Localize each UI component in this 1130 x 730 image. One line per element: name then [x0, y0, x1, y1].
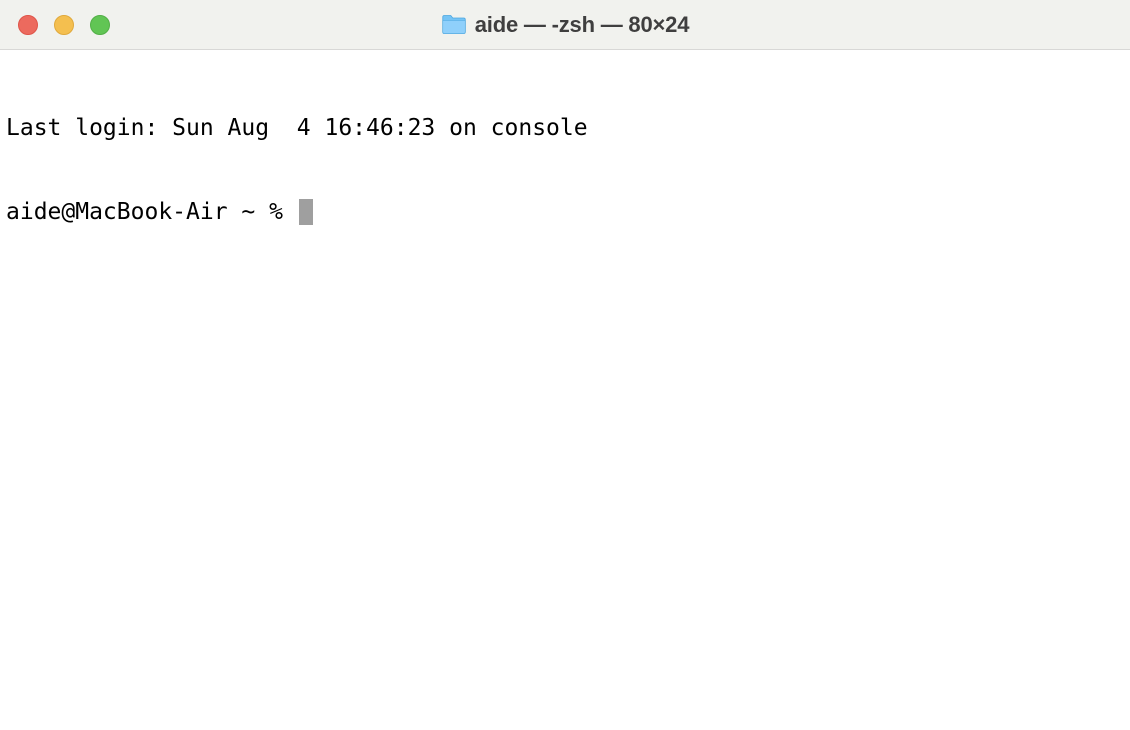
maximize-button[interactable] [90, 15, 110, 35]
minimize-button[interactable] [54, 15, 74, 35]
window-titlebar: aide — -zsh — 80×24 [0, 0, 1130, 50]
folder-icon [441, 14, 467, 36]
prompt-line: aide@MacBook-Air ~ % [6, 198, 1124, 226]
last-login-text: Last login: Sun Aug 4 16:46:23 on consol… [6, 114, 588, 142]
prompt-text: aide@MacBook-Air ~ % [6, 198, 297, 226]
cursor [299, 199, 313, 225]
close-button[interactable] [18, 15, 38, 35]
last-login-line: Last login: Sun Aug 4 16:46:23 on consol… [6, 114, 1124, 142]
traffic-lights [18, 15, 110, 35]
title-center: aide — -zsh — 80×24 [441, 12, 689, 38]
terminal-body[interactable]: Last login: Sun Aug 4 16:46:23 on consol… [0, 50, 1130, 262]
window-title: aide — -zsh — 80×24 [475, 12, 689, 38]
